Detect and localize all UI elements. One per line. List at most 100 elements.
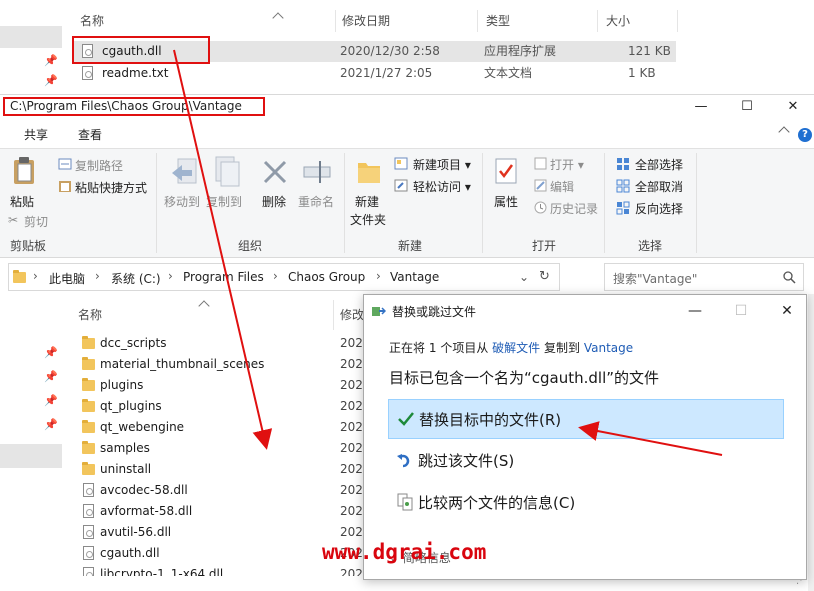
- pin-icon[interactable]: 📌: [44, 370, 58, 383]
- list-item[interactable]: plugins 202: [80, 375, 363, 396]
- ribbon-divider: [344, 153, 345, 253]
- breadcrumb-chaos-group[interactable]: Chaos Group: [288, 270, 365, 284]
- address-dropdown-icon[interactable]: ⌄: [519, 270, 529, 284]
- ribbon-divider: [156, 153, 157, 253]
- replace-file-option[interactable]: 替换目标中的文件(R): [388, 399, 784, 439]
- pin-icon[interactable]: 📌: [44, 54, 58, 67]
- cut-button[interactable]: 剪切: [24, 213, 48, 230]
- dialog-close-button[interactable]: ✕: [772, 300, 802, 322]
- easy-access-icon: [394, 179, 408, 192]
- list-item[interactable]: avcodec-58.dll 202: [80, 480, 363, 501]
- history-icon: [534, 201, 547, 214]
- copy-path-button[interactable]: 复制路径: [75, 157, 123, 174]
- breadcrumb-system-c[interactable]: 系统 (C:): [111, 270, 161, 287]
- checkmark-icon: [398, 412, 414, 426]
- pin-icon[interactable]: 📌: [44, 418, 58, 431]
- pin-icon[interactable]: 📌: [44, 346, 58, 359]
- list-item[interactable]: dcc_scripts 202: [80, 333, 363, 354]
- search-placeholder: 搜索"Vantage": [613, 272, 698, 286]
- folder-icon: [82, 420, 95, 433]
- properties-button[interactable]: 属性: [494, 193, 518, 210]
- list-item[interactable]: qt_plugins 202: [80, 396, 363, 417]
- select-none-icon: [616, 179, 630, 193]
- column-header-date[interactable]: 修改: [336, 300, 364, 330]
- list-item[interactable]: libcrypto-1_1-x64.dll 202: [80, 564, 362, 576]
- column-header-type[interactable]: 类型: [480, 10, 598, 32]
- file-name: avformat-58.dll: [100, 504, 193, 518]
- invert-selection-button[interactable]: 反向选择: [635, 200, 683, 217]
- pin-icon[interactable]: 📌: [44, 394, 58, 407]
- list-item[interactable]: qt_webengine 202: [80, 417, 363, 438]
- address-bar[interactable]: › 此电脑 › 系统 (C:) › Program Files › Chaos …: [8, 263, 560, 291]
- skip-file-option[interactable]: 跳过该文件(S): [388, 441, 784, 481]
- minimize-button[interactable]: —: [688, 97, 714, 117]
- dialog-maximize-button: ☐: [734, 303, 748, 319]
- ribbon: 粘贴 复制路径 粘贴快捷方式 ✂ 剪切 剪贴板 移动到 复制到 删除 重命名 组…: [0, 148, 814, 258]
- file-date: 202: [340, 504, 363, 518]
- source-folder-link[interactable]: 破解文件: [492, 341, 540, 355]
- new-folder-button-line1[interactable]: 新建: [355, 193, 379, 210]
- dll-file-icon: [83, 525, 94, 539]
- move-to-button[interactable]: 移动到: [164, 193, 200, 210]
- file-date: 202: [340, 399, 363, 413]
- nav-selected-item[interactable]: [0, 26, 62, 48]
- breadcrumb-vantage[interactable]: Vantage: [390, 270, 439, 284]
- easy-access-button[interactable]: 轻松访问 ▾: [413, 178, 471, 195]
- delete-button[interactable]: 删除: [262, 193, 286, 210]
- copy-to-button[interactable]: 复制到: [206, 193, 242, 210]
- option-label: 跳过该文件(S): [418, 452, 515, 470]
- refresh-icon[interactable]: ↻: [539, 269, 550, 284]
- breadcrumb-program-files[interactable]: Program Files: [183, 270, 264, 284]
- file-name: readme.txt: [102, 66, 169, 80]
- new-item-button[interactable]: 新建项目 ▾: [413, 156, 471, 173]
- tab-view[interactable]: 查看: [78, 126, 102, 143]
- compare-files-icon: [397, 493, 413, 511]
- destination-folder-link[interactable]: Vantage: [584, 341, 633, 355]
- edit-button[interactable]: 编辑: [550, 178, 574, 195]
- file-name: libcrypto-1_1-x64.dll: [100, 567, 224, 576]
- file-name: plugins: [100, 378, 144, 392]
- vertical-scrollbar[interactable]: [808, 294, 814, 591]
- new-folder-button-line2[interactable]: 文件夹: [350, 211, 386, 228]
- list-item[interactable]: uninstall 202: [80, 459, 363, 480]
- breadcrumb-this-pc[interactable]: 此电脑: [49, 270, 85, 287]
- select-none-button[interactable]: 全部取消: [635, 178, 683, 195]
- pin-icon[interactable]: 📌: [44, 74, 58, 87]
- select-all-button[interactable]: 全部选择: [635, 156, 683, 173]
- ribbon-divider: [604, 153, 605, 253]
- list-item[interactable]: cgauth.dll 202: [80, 543, 363, 564]
- column-header-date[interactable]: 修改日期: [336, 10, 478, 32]
- file-name: cgauth.dll: [100, 546, 160, 560]
- nav-selected-item[interactable]: [0, 444, 62, 468]
- compare-files-option[interactable]: 比较两个文件的信息(C): [388, 483, 784, 523]
- list-item[interactable]: material_thumbnail_scenes 202: [80, 354, 363, 375]
- list-item[interactable]: samples 202: [80, 438, 363, 459]
- column-header-name[interactable]: 名称: [72, 300, 334, 330]
- edit-icon: [534, 179, 547, 192]
- table-row[interactable]: readme.txt 2021/1/27 2:05 文本文档 1 KB: [72, 63, 676, 84]
- dialog-minimize-button[interactable]: —: [680, 300, 710, 322]
- open-button[interactable]: 打开 ▾: [550, 156, 584, 173]
- column-header-size[interactable]: 大小: [600, 10, 678, 32]
- group-label-clipboard: 剪贴板: [10, 239, 47, 253]
- list-item[interactable]: avutil-56.dll 202: [80, 522, 363, 543]
- watermark: www.dgrai.com: [322, 540, 487, 564]
- help-icon[interactable]: ?: [798, 128, 812, 142]
- maximize-button[interactable]: ☐: [734, 97, 760, 117]
- rename-button[interactable]: 重命名: [298, 193, 334, 210]
- search-input[interactable]: 搜索"Vantage": [604, 263, 804, 291]
- close-button[interactable]: ✕: [780, 97, 806, 117]
- tab-share[interactable]: 共享: [24, 126, 48, 143]
- paste-shortcut-button[interactable]: 粘贴快捷方式: [75, 179, 147, 196]
- list-item[interactable]: avformat-58.dll 202: [80, 501, 363, 522]
- folder-icon: [82, 462, 95, 475]
- history-button[interactable]: 历史记录: [550, 200, 598, 217]
- file-date: 202: [340, 462, 363, 476]
- collapse-ribbon-icon[interactable]: [778, 126, 790, 138]
- paste-button[interactable]: 粘贴: [10, 193, 34, 210]
- column-header-name[interactable]: 名称: [74, 10, 336, 32]
- invert-selection-icon: [616, 201, 630, 215]
- open-icon: [534, 157, 547, 170]
- skip-arrow-icon: [397, 454, 410, 468]
- annotation-box-path: [3, 97, 265, 116]
